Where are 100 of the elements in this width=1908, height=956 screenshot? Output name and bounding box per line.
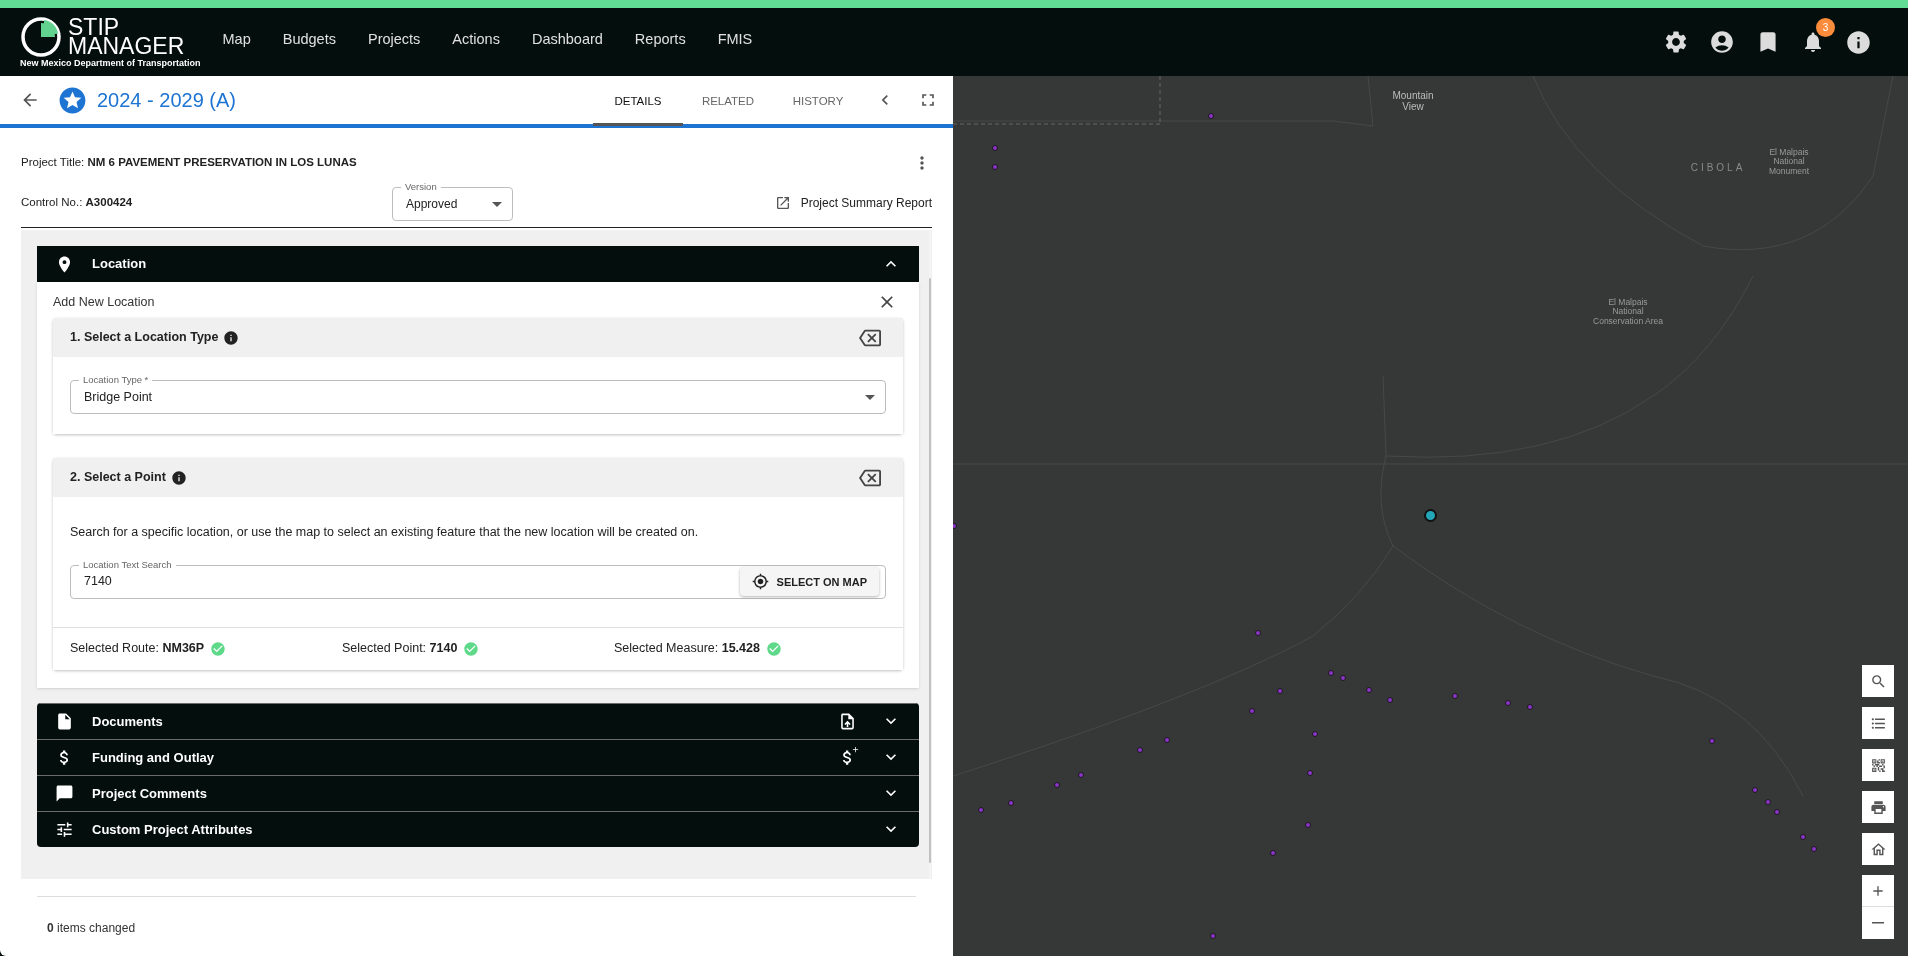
section-header[interactable]: Funding and Outlay [37, 738, 919, 775]
logo-title: STIP [68, 18, 120, 37]
project-period-title: 2024 - 2029 (A) [97, 88, 237, 113]
map-point-marker[interactable] [1249, 707, 1256, 714]
map-point-marker[interactable] [1504, 700, 1511, 707]
map-point-marker[interactable] [1307, 769, 1314, 776]
map-point-marker[interactable] [977, 807, 984, 814]
section-header[interactable]: Location [37, 246, 919, 282]
map-point-marker[interactable] [1800, 834, 1807, 841]
map-view[interactable]: Mountain View CIBOLA El Malpais National Monument El Malpais National Conservation Area [953, 76, 1908, 956]
map-point-marker[interactable] [1340, 674, 1347, 681]
nav-link[interactable]: Reports [634, 29, 686, 51]
file-upload-icon[interactable] [838, 711, 857, 731]
map-point-marker[interactable] [1077, 772, 1084, 779]
map-qr-button[interactable] [1862, 749, 1894, 781]
external-link-icon [774, 194, 791, 211]
section-title: Location [92, 255, 148, 274]
map-point-marker[interactable] [1210, 932, 1217, 939]
map-point-marker[interactable] [1054, 781, 1061, 788]
comment-icon [55, 783, 74, 803]
map-point-marker[interactable] [1305, 822, 1312, 828]
items-changed-text: 0 items changed [47, 921, 136, 935]
section-title: Documents [92, 712, 164, 731]
logo-subtitle: New Mexico Department of Transportation [20, 59, 201, 68]
map-point-marker[interactable] [1255, 629, 1262, 636]
search-value: 7140 [84, 573, 113, 591]
control-number-text: Control No.: A300424 [21, 194, 134, 210]
select-value: Approved [406, 196, 459, 213]
map-point-marker[interactable] [1452, 693, 1459, 699]
tab[interactable]: HISTORY [773, 78, 863, 126]
instruction-text: Search for a specific location, or use the map to select an existing feature that the new location will be created on. [70, 524, 700, 541]
nav-link[interactable]: Budgets [282, 29, 336, 51]
document-icon [55, 711, 74, 731]
map-point-marker[interactable] [1008, 800, 1015, 807]
map-point-marker[interactable] [1277, 688, 1284, 695]
map-search-button[interactable] [1862, 665, 1894, 697]
step-title: 1. Select a Location Type [70, 329, 219, 347]
map-point-marker[interactable] [1163, 736, 1170, 743]
map-point-marker[interactable] [953, 522, 957, 529]
map-point-marker[interactable] [1773, 808, 1780, 815]
map-point-marker[interactable] [1269, 849, 1276, 856]
result-text: Selected Route: NM36P [70, 640, 205, 658]
minus-icon [1872, 922, 1884, 924]
project-summary-report-link[interactable]: Project Summary Report [800, 193, 932, 212]
notification-badge: 3 [1816, 18, 1835, 37]
info-icon[interactable] [1845, 28, 1872, 56]
section-title: Custom Project Attributes [92, 820, 254, 839]
map-point-marker[interactable] [1365, 686, 1372, 693]
sliders-icon [55, 819, 74, 839]
dropdown-caret-icon [865, 394, 875, 400]
select-on-map-button[interactable]: SELECT ON MAP [739, 567, 879, 597]
map-point-marker[interactable] [1137, 746, 1144, 753]
info-icon[interactable] [223, 329, 240, 346]
map-point-marker[interactable] [1207, 112, 1214, 119]
map-point-marker[interactable] [1312, 730, 1319, 737]
map-point-marker[interactable] [1526, 703, 1533, 710]
map-point-marker[interactable] [1386, 696, 1393, 703]
section-title: Funding and Outlay [92, 748, 216, 767]
qr-code-icon [1869, 756, 1887, 774]
selected-point-marker[interactable] [1424, 509, 1437, 522]
field-label: Location Type * [79, 373, 153, 387]
logo-icon [20, 16, 62, 58]
info-icon[interactable] [170, 469, 187, 486]
home-icon [1869, 840, 1887, 858]
map-point-marker[interactable] [1811, 846, 1818, 853]
map-label: CIBOLA [1689, 162, 1747, 173]
account-icon[interactable] [1709, 29, 1735, 55]
zoom-in-button[interactable] [1862, 875, 1894, 907]
nav-link[interactable]: Map [222, 29, 251, 51]
zoom-out-button[interactable] [1862, 907, 1894, 939]
map-point-marker[interactable] [992, 145, 999, 152]
map-print-button[interactable] [1862, 791, 1894, 823]
map-point-marker[interactable] [992, 163, 999, 170]
section-header[interactable]: Project Comments [37, 774, 919, 811]
map-label: Mountain View [1391, 90, 1435, 112]
result-text: Selected Point: 7140 [342, 640, 458, 658]
map-label: El Malpais National Monument [1767, 148, 1811, 177]
map-legend-button[interactable] [1862, 707, 1894, 739]
tab[interactable]: RELATED [683, 78, 773, 126]
tab[interactable]: DETAILS [593, 78, 683, 126]
map-label: El Malpais National Conservation Area [1593, 298, 1663, 327]
nav-link[interactable]: Projects [367, 29, 421, 51]
nav-link[interactable]: Dashboard [531, 29, 603, 51]
map-point-marker[interactable] [1751, 786, 1758, 793]
print-icon [1869, 798, 1887, 816]
settings-icon[interactable] [1663, 29, 1689, 55]
nav-link[interactable]: FMIS [717, 29, 753, 51]
add-location-heading: Add New Location [53, 293, 155, 311]
result-text: Selected Measure: 15.428 [614, 640, 760, 658]
map-point-marker[interactable] [1709, 738, 1716, 744]
map-point-marker[interactable] [1328, 669, 1335, 676]
section-header[interactable]: Documents [37, 702, 919, 739]
project-title-text: Project Title: NM 6 PAVEMENT PRESERVATION IN LOS LUNAS [21, 155, 358, 171]
nav-link[interactable]: Actions [452, 29, 500, 51]
map-home-button[interactable] [1862, 833, 1894, 865]
section-title: Project Comments [92, 784, 208, 803]
map-point-marker[interactable] [1765, 798, 1771, 805]
search-icon [1869, 672, 1887, 690]
dropdown-caret-icon [492, 201, 502, 207]
section-header[interactable]: Custom Project Attributes [37, 810, 919, 847]
